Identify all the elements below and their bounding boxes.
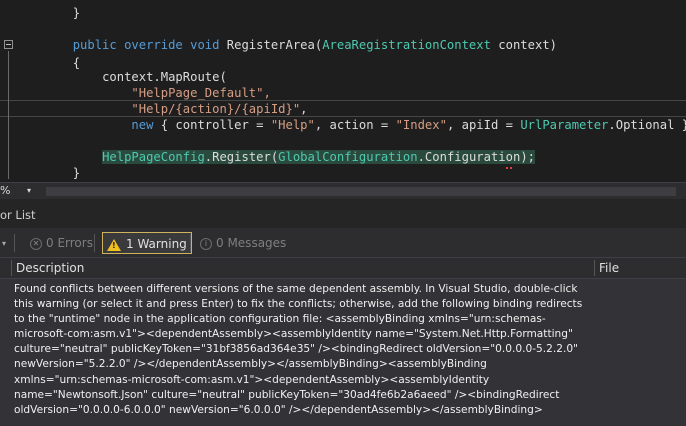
code-line-11[interactable]: } [14,164,80,182]
code-line-1[interactable]: } [14,4,80,22]
toolbar-separator [190,234,191,252]
panel-title: or List [0,208,36,222]
warnings-filter-button[interactable]: ! 1 Warning [102,232,192,254]
column-description[interactable]: Description [16,258,84,278]
editor-status-bar: % ▾ [0,182,686,200]
filter-dropdown-icon[interactable]: ▾ [2,233,6,255]
collapse-region-icon[interactable] [4,40,13,49]
code-editor[interactable]: } public override void RegisterArea(Area… [0,0,686,182]
selected-text[interactable]: HelpPageConfig.Register(GlobalConfigurat… [102,150,535,164]
zoom-level[interactable]: % [0,183,10,199]
code-line-3[interactable]: public override void RegisterArea(AreaRe… [14,36,557,54]
error-squiggle [506,164,512,169]
messages-filter-button[interactable]: i0 Messages [196,232,290,254]
column-separator [11,260,12,276]
errors-filter-button[interactable]: ✕ 0 Errors [26,232,97,254]
keyword-public: public override void [72,38,220,52]
type-arearegistrationcontext: AreaRegistrationContext [322,38,491,52]
column-separator[interactable] [594,260,595,276]
info-icon: i [200,237,212,250]
code-line-8[interactable]: new { controller = "Help", action = "Ind… [14,116,686,134]
column-file[interactable]: File [599,258,619,278]
error-list-header: Description File [0,257,686,279]
fold-guide [8,51,9,179]
horizontal-scrollbar[interactable] [46,187,676,196]
error-icon: ✕ [30,237,42,250]
warning-description: Found conflicts between different versio… [14,283,583,416]
chevron-down-icon[interactable]: ▾ [27,183,31,199]
code-line-10[interactable]: HelpPageConfig.Register(GlobalConfigurat… [14,148,535,166]
warning-icon: ! [107,238,121,251]
toolbar-separator [94,234,95,252]
table-row[interactable]: Found conflicts between different versio… [0,279,686,426]
toolbar-separator [14,234,15,252]
